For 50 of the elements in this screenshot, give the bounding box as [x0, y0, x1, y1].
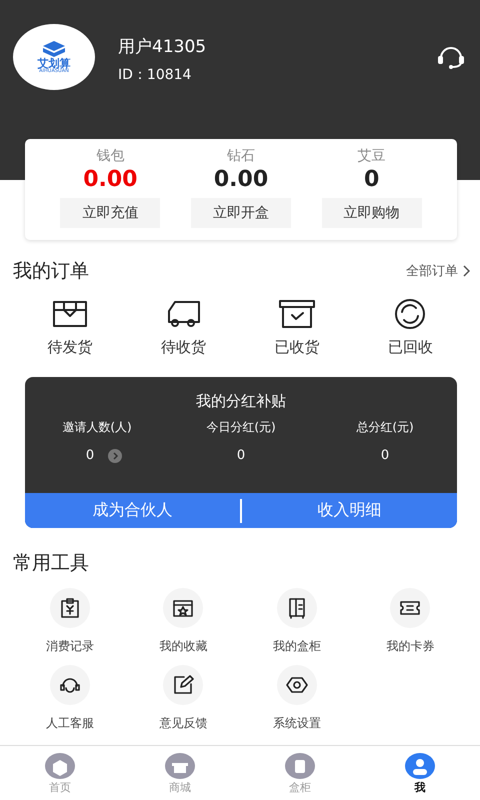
tool-icon-background[interactable]: [276, 588, 317, 628]
balance-label: 艾豆: [358, 147, 386, 165]
tool-icon-background[interactable]: [50, 588, 90, 628]
tool-icon-background[interactable]: [50, 665, 90, 705]
order-status-label[interactable]: 待收货: [160, 338, 206, 357]
logo-text: 艾划算: [38, 58, 70, 69]
action-button[interactable]: 立即购物: [322, 198, 422, 228]
action-button[interactable]: 立即开盒: [190, 198, 291, 228]
section-title: 常用工具: [13, 551, 89, 576]
tool-label[interactable]: 我的卡券: [386, 638, 434, 655]
tool-icon-background[interactable]: [163, 588, 204, 628]
balance-value: 0.00: [214, 167, 268, 192]
settings-icon: [286, 674, 308, 696]
card-title: 我的分红补贴: [195, 392, 287, 411]
stat-label: 邀请人数(人): [62, 419, 132, 436]
balance-label: 钻石: [226, 147, 255, 165]
balance-value: 0: [364, 167, 380, 192]
order-status-label[interactable]: 已回收: [388, 338, 433, 357]
tool-icon-background[interactable]: [276, 665, 317, 705]
user-name: 用户41305: [118, 36, 208, 58]
order-status-label[interactable]: 待发货: [47, 338, 92, 357]
person-icon: [404, 752, 436, 780]
cube-logo-icon: [41, 40, 67, 58]
stat-label: 今日分红(元): [206, 419, 276, 436]
nav-tab[interactable]: 我: [360, 746, 480, 800]
action-button[interactable]: 立即充值: [60, 198, 160, 228]
section-title: 我的订单: [13, 259, 89, 284]
tool-label[interactable]: 消费记录: [46, 638, 94, 655]
stat-label: 总分红(元): [356, 419, 414, 436]
tool-label[interactable]: 我的盒柜: [272, 638, 321, 655]
tool-icon-background[interactable]: [163, 665, 204, 705]
stat-value: 0: [236, 448, 246, 463]
all-orders-link[interactable]: 全部订单: [406, 262, 470, 280]
cabinet-icon: [284, 752, 316, 780]
balance-label: 钱包: [96, 147, 124, 165]
archive-icon: [276, 298, 317, 330]
tool-label[interactable]: 我的收藏: [159, 638, 208, 655]
user-id: ID：10814: [118, 66, 192, 84]
balance-value: 0.00: [83, 167, 138, 192]
headset-icon[interactable]: [436, 44, 466, 70]
receipt-icon: [58, 597, 81, 619]
edit-icon: [172, 674, 194, 696]
stat-value: 0: [380, 448, 390, 463]
tool-icon-background[interactable]: [390, 588, 430, 628]
chevron-right-icon: [462, 265, 470, 277]
order-status-label[interactable]: 已收货: [274, 338, 320, 357]
tool-label[interactable]: 系统设置: [272, 715, 321, 732]
tool-label[interactable]: 人工客服: [46, 715, 94, 732]
tool-label[interactable]: 意见反馈: [159, 715, 208, 732]
stat-value: 0: [86, 448, 94, 463]
